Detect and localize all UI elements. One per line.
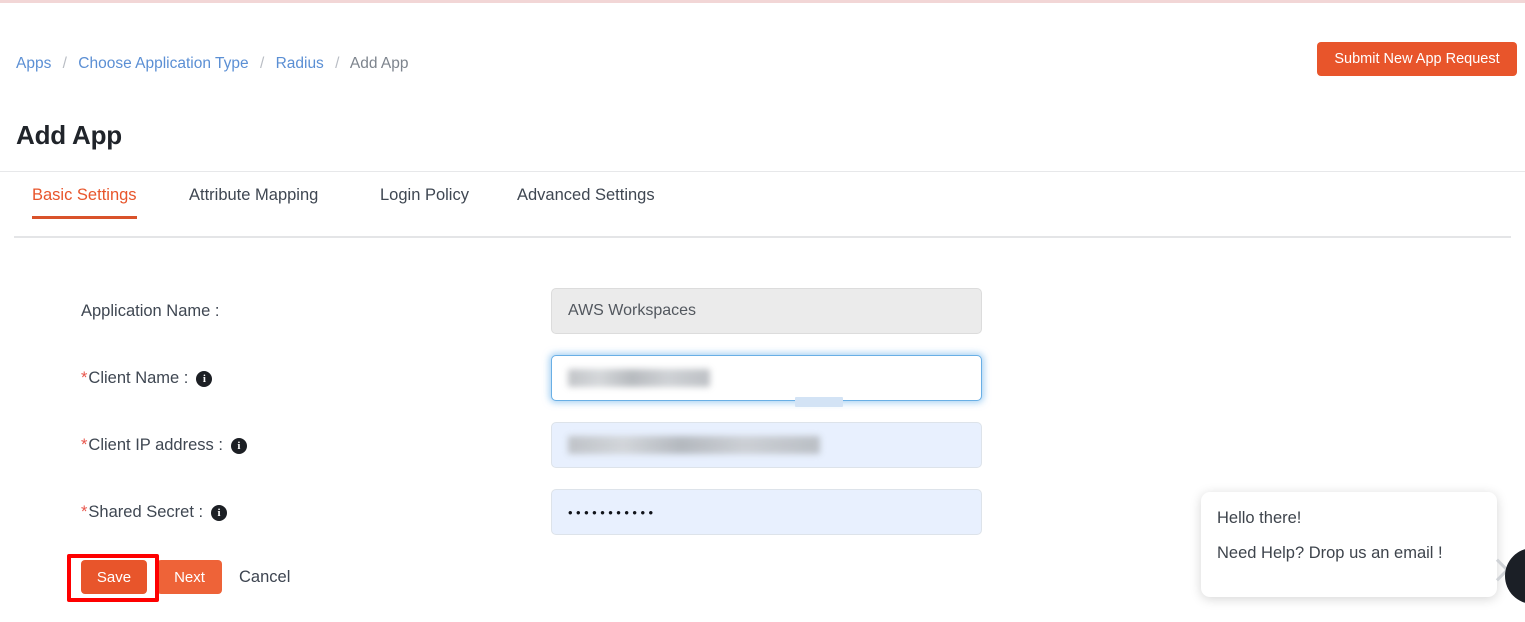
application-name-input[interactable]	[551, 288, 982, 334]
breadcrumb-separator: /	[62, 55, 67, 72]
tab-advanced-settings[interactable]: Advanced Settings	[517, 186, 655, 219]
breadcrumb: Apps / Choose Application Type / Radius …	[16, 51, 409, 77]
label-shared-secret-text: Shared Secret :	[88, 502, 204, 521]
label-shared-secret: * Shared Secret : i	[81, 489, 228, 535]
required-marker: *	[81, 502, 88, 521]
cancel-button[interactable]: Cancel	[239, 560, 290, 594]
tab-basic-settings[interactable]: Basic Settings	[32, 186, 137, 219]
breadcrumb-separator: /	[259, 55, 265, 72]
form-row-client-ip-address: * Client IP address : i	[0, 422, 1525, 468]
label-client-name-text: Client Name :	[88, 368, 189, 387]
required-marker: *	[81, 368, 88, 387]
info-icon[interactable]: i	[211, 505, 228, 521]
client-name-input[interactable]	[551, 355, 982, 401]
autofill-dropdown-artifact	[795, 397, 843, 407]
page-title: Add App	[16, 120, 122, 151]
label-client-ip-address-text: Client IP address :	[88, 435, 223, 454]
chat-prompt-text: Need Help? Drop us an email !	[1217, 543, 1443, 562]
chat-greeting-bubble[interactable]: Hello there! Need Help? Drop us an email…	[1201, 492, 1497, 597]
form-row-application-name: Application Name :	[0, 288, 1525, 334]
submit-new-app-request-button[interactable]: Submit New App Request	[1317, 42, 1517, 76]
breadcrumb-item-add-app: Add App	[349, 55, 409, 72]
label-application-name-text: Application Name :	[81, 301, 220, 320]
header-divider	[0, 171, 1525, 172]
label-application-name: Application Name :	[81, 288, 220, 334]
client-ip-address-input[interactable]	[551, 422, 982, 468]
breadcrumb-item-radius[interactable]: Radius	[276, 55, 324, 72]
tab-login-policy[interactable]: Login Policy	[380, 186, 469, 219]
tab-attribute-mapping[interactable]: Attribute Mapping	[189, 186, 318, 219]
save-button[interactable]: Save	[81, 560, 147, 594]
breadcrumb-separator: /	[335, 55, 340, 72]
breadcrumb-item-choose-application-type[interactable]: Choose Application Type	[78, 55, 248, 72]
required-marker: *	[81, 435, 88, 454]
chat-greeting-text: Hello there!	[1217, 509, 1302, 527]
next-button[interactable]: Next	[157, 560, 222, 594]
form-row-client-name: * Client Name : i	[0, 355, 1525, 401]
info-icon[interactable]: i	[230, 438, 247, 454]
shared-secret-input[interactable]	[551, 489, 982, 535]
label-client-ip-address: * Client IP address : i	[81, 422, 247, 468]
settings-tabs: Basic Settings Attribute Mapping Login P…	[0, 186, 1525, 238]
page-header: Apps / Choose Application Type / Radius …	[0, 3, 1525, 172]
info-icon[interactable]: i	[196, 371, 213, 387]
tabs-underline	[14, 236, 1511, 238]
breadcrumb-item-apps[interactable]: Apps	[16, 55, 51, 72]
label-client-name: * Client Name : i	[81, 355, 213, 401]
